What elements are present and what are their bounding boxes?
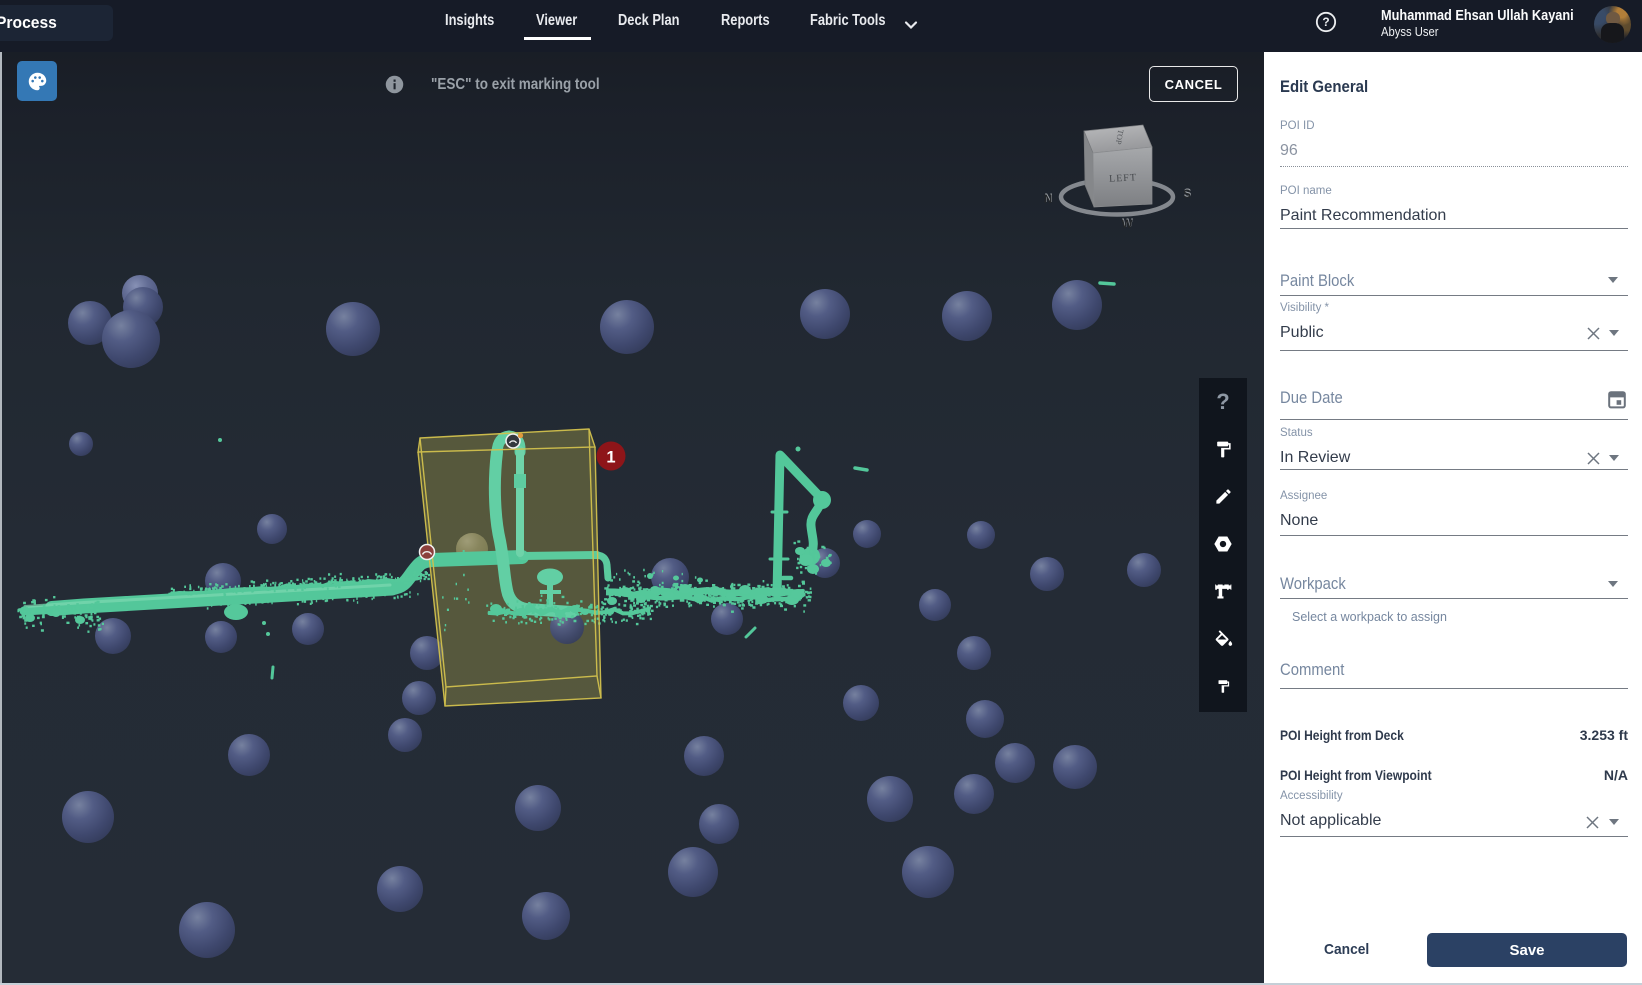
svg-text:?: ? — [1322, 15, 1329, 29]
svg-text:W: W — [1122, 219, 1133, 231]
svg-text:1: 1 — [606, 449, 615, 467]
svg-text:S: S — [1183, 189, 1191, 201]
svg-text:N: N — [1044, 194, 1052, 206]
svg-text:LEFT: LEFT — [1109, 172, 1137, 184]
